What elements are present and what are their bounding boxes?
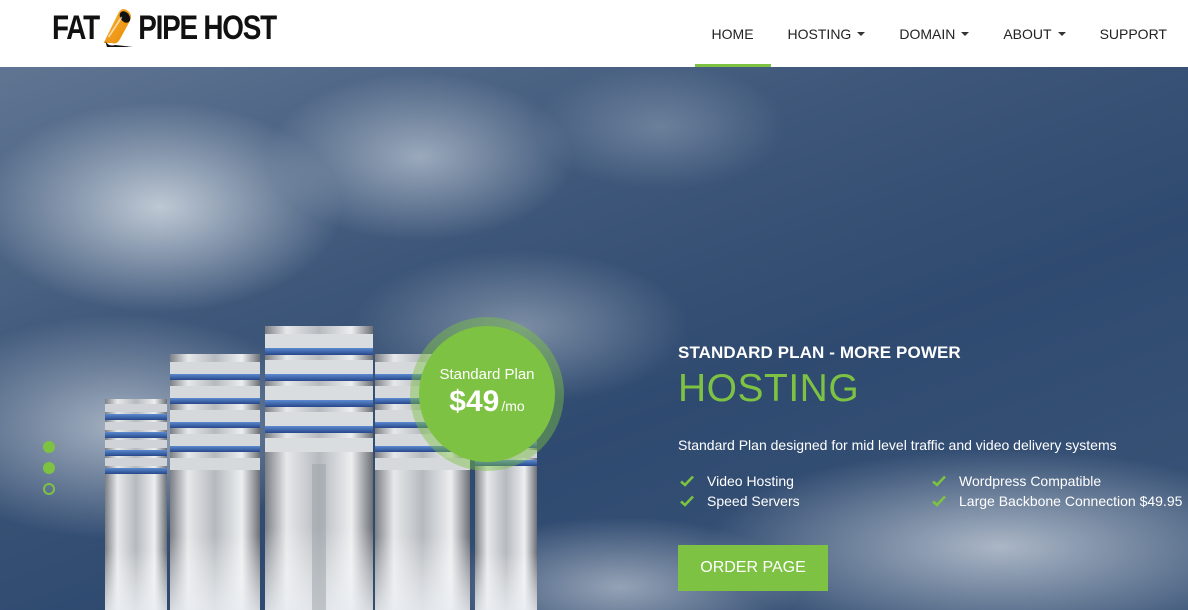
feature-item: Wordpress Compatible (930, 473, 1183, 489)
nav-hosting[interactable]: HOSTING (771, 0, 883, 67)
nav-home[interactable]: HOME (694, 0, 771, 67)
hero-description: Standard Plan designed for mid level tra… (678, 437, 1117, 453)
site-logo[interactable]: FAT PIPE HOST (52, 8, 277, 48)
check-icon (932, 475, 946, 487)
hero-title: HOSTING (678, 367, 860, 410)
feature-label: Large Backbone Connection $49.95 (959, 493, 1183, 509)
check-icon (932, 495, 946, 507)
feature-item: Large Backbone Connection $49.95 (930, 493, 1183, 509)
logo-text-pipe-host: PIPE HOST (138, 8, 277, 47)
feature-label: Speed Servers (707, 493, 800, 509)
price-period: /mo (501, 397, 525, 414)
caret-down-icon (1057, 32, 1066, 36)
logo-text-fat: FAT (52, 8, 100, 47)
nav-domain[interactable]: DOMAIN (882, 0, 986, 67)
slider-dot-1[interactable] (43, 441, 55, 453)
order-page-button[interactable]: ORDER PAGE (678, 545, 828, 591)
price-badge-price: $49 /mo (449, 385, 524, 419)
hero-content: STANDARD PLAN - MORE POWER HOSTING Stand… (678, 343, 1183, 591)
slider-pagination (43, 441, 55, 495)
hero-subtitle: STANDARD PLAN - MORE POWER (678, 343, 961, 362)
slider-dot-2[interactable] (43, 462, 55, 474)
price-badge-label: Standard Plan (439, 365, 535, 383)
feature-list: Video Hosting Wordpress Compatible Speed… (678, 473, 1183, 509)
feature-label: Wordpress Compatible (959, 473, 1102, 489)
nav-hosting-label: HOSTING (787, 25, 852, 42)
hero-slider: Standard Plan $49 /mo STANDARD PLAN - MO… (0, 67, 1188, 610)
price-badge: Standard Plan $49 /mo (410, 317, 564, 471)
caret-down-icon (857, 32, 866, 36)
nav-domain-label: DOMAIN (899, 25, 956, 42)
price-badge-inner: Standard Plan $49 /mo (419, 326, 555, 462)
slider-dot-3[interactable] (43, 483, 55, 495)
nav-support-label: SUPPORT (1099, 25, 1167, 42)
nav-about[interactable]: ABOUT (986, 0, 1082, 67)
feature-label: Video Hosting (707, 473, 794, 489)
feature-item: Video Hosting (678, 473, 930, 489)
nav-about-label: ABOUT (1003, 25, 1052, 42)
check-icon (680, 475, 694, 487)
caret-down-icon (961, 32, 970, 36)
feature-item: Speed Servers (678, 493, 930, 509)
nav-support[interactable]: SUPPORT (1083, 0, 1188, 67)
site-header: FAT PIPE HOST HOME HOSTING DOMAIN ABOUT … (0, 0, 1188, 67)
check-icon (680, 495, 694, 507)
price-amount: $49 (449, 384, 500, 418)
main-nav: HOME HOSTING DOMAIN ABOUT SUPPORT (694, 0, 1188, 67)
nav-home-label: HOME (711, 25, 754, 42)
pipe-logo-icon (103, 9, 134, 47)
